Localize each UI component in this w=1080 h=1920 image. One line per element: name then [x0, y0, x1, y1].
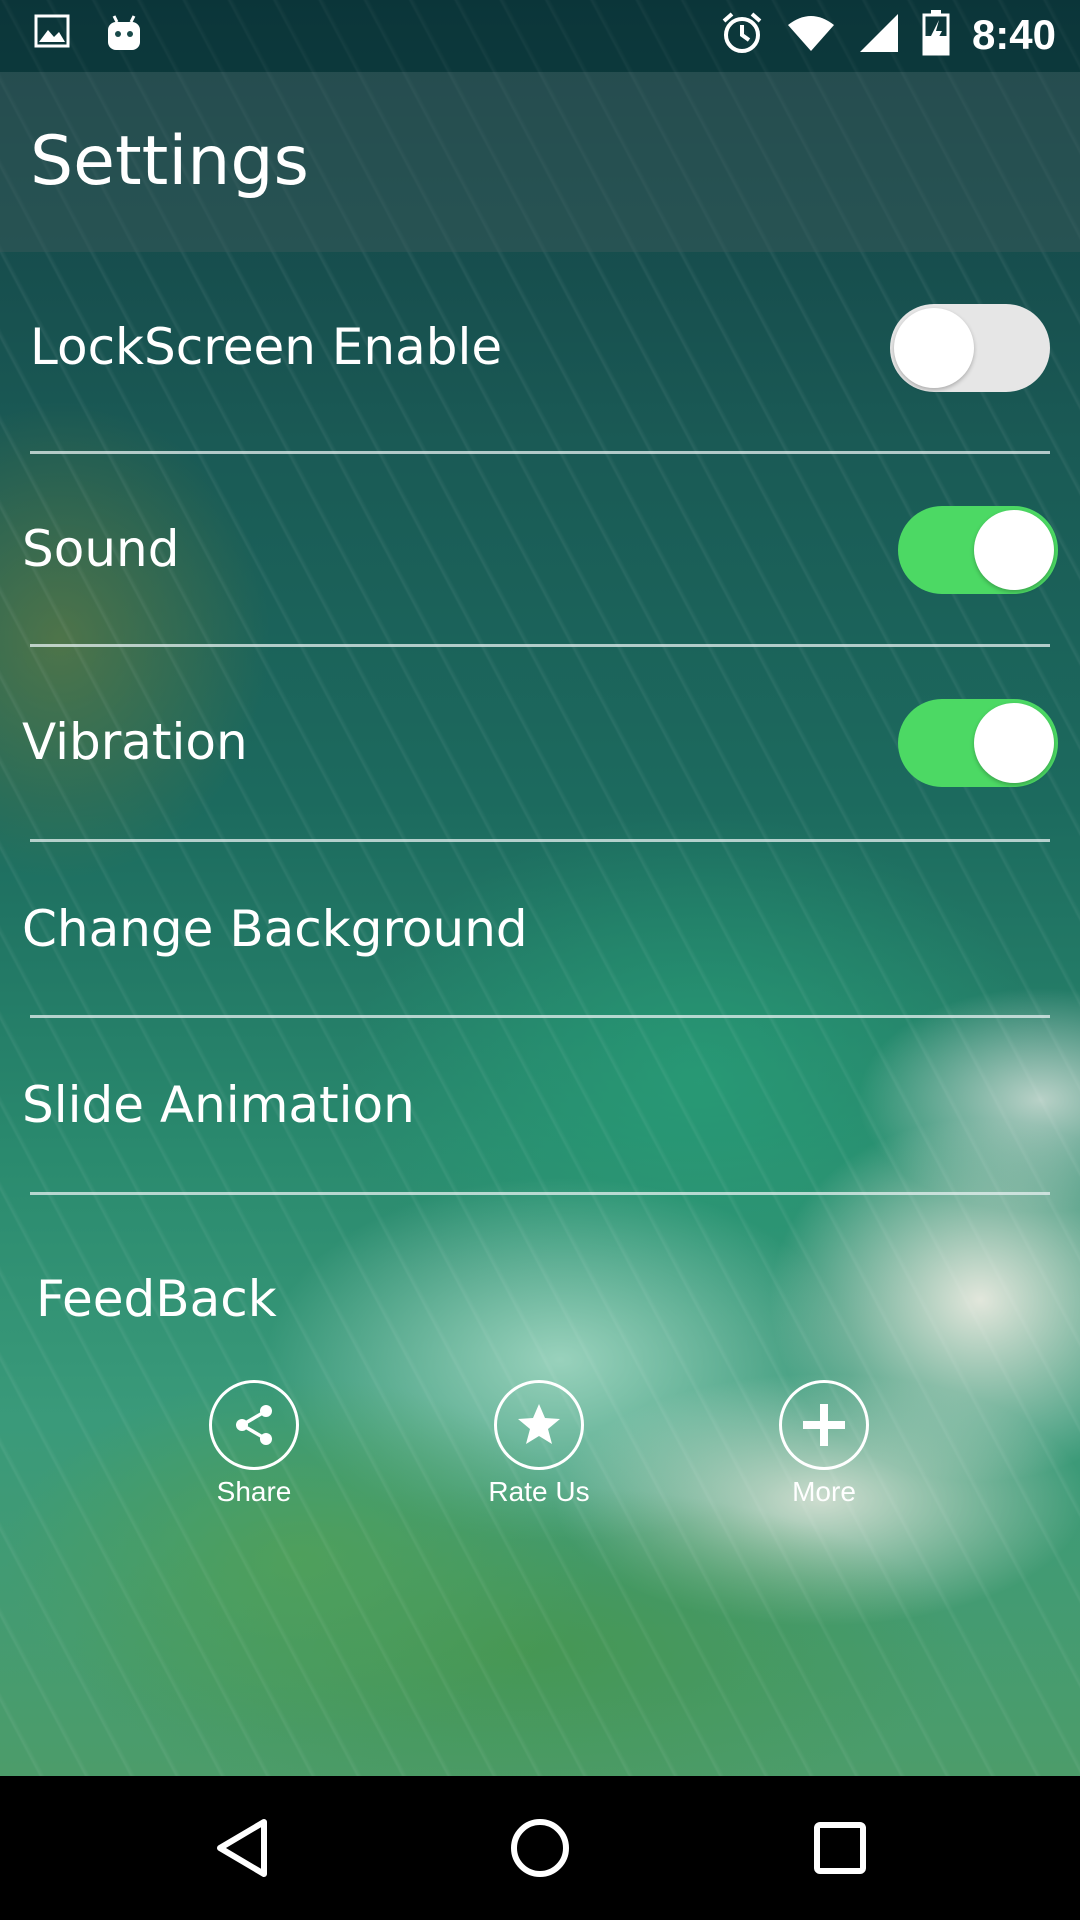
android-icon [106, 14, 142, 58]
page-title: Settings [30, 122, 309, 201]
change-background-label: Change Background [22, 900, 528, 958]
slide-animation-label: Slide Animation [22, 1076, 415, 1134]
setting-vibration[interactable]: Vibration [0, 647, 1080, 840]
rate-us-label: Rate Us [488, 1476, 590, 1507]
setting-sound[interactable]: Sound [0, 454, 1080, 644]
setting-feedback[interactable]: FeedBack [0, 1240, 1080, 1350]
feedback-label: FeedBack [36, 1270, 277, 1328]
navigation-bar [0, 1776, 1080, 1920]
sound-toggle[interactable] [898, 506, 1058, 594]
battery-icon [922, 10, 950, 60]
toggle-knob [894, 308, 974, 388]
setting-lockscreen[interactable]: LockScreen Enable [0, 252, 1080, 452]
setting-slide-animation[interactable]: Slide Animation [0, 1018, 1080, 1192]
toggle-knob [974, 703, 1054, 783]
more-button[interactable]: More [744, 1380, 904, 1508]
signal-icon [858, 12, 900, 58]
toggle-knob [974, 510, 1054, 590]
recents-icon[interactable] [804, 1812, 876, 1884]
plus-icon [779, 1380, 869, 1470]
more-label: More [792, 1476, 856, 1507]
vibration-label: Vibration [22, 713, 248, 771]
share-icon [209, 1380, 299, 1470]
alarm-icon [720, 11, 764, 59]
share-label: Share [216, 1476, 292, 1507]
vibration-toggle[interactable] [898, 699, 1058, 787]
lockscreen-label: LockScreen Enable [30, 318, 503, 376]
home-icon[interactable] [504, 1812, 576, 1884]
star-icon [494, 1380, 584, 1470]
status-time: 8:40 [971, 11, 1056, 58]
status-bar: 8:40 [0, 0, 1080, 72]
app-toolbar: Settings [0, 72, 1080, 252]
setting-change-background[interactable]: Change Background [0, 842, 1080, 1016]
back-icon[interactable] [206, 1812, 278, 1884]
rate-us-button[interactable]: Rate Us [459, 1380, 619, 1508]
share-button[interactable]: Share [174, 1380, 334, 1508]
wifi-icon [786, 13, 836, 57]
divider [30, 1192, 1050, 1195]
image-icon [34, 14, 70, 58]
sound-label: Sound [22, 520, 180, 578]
lockscreen-toggle[interactable] [890, 304, 1050, 392]
